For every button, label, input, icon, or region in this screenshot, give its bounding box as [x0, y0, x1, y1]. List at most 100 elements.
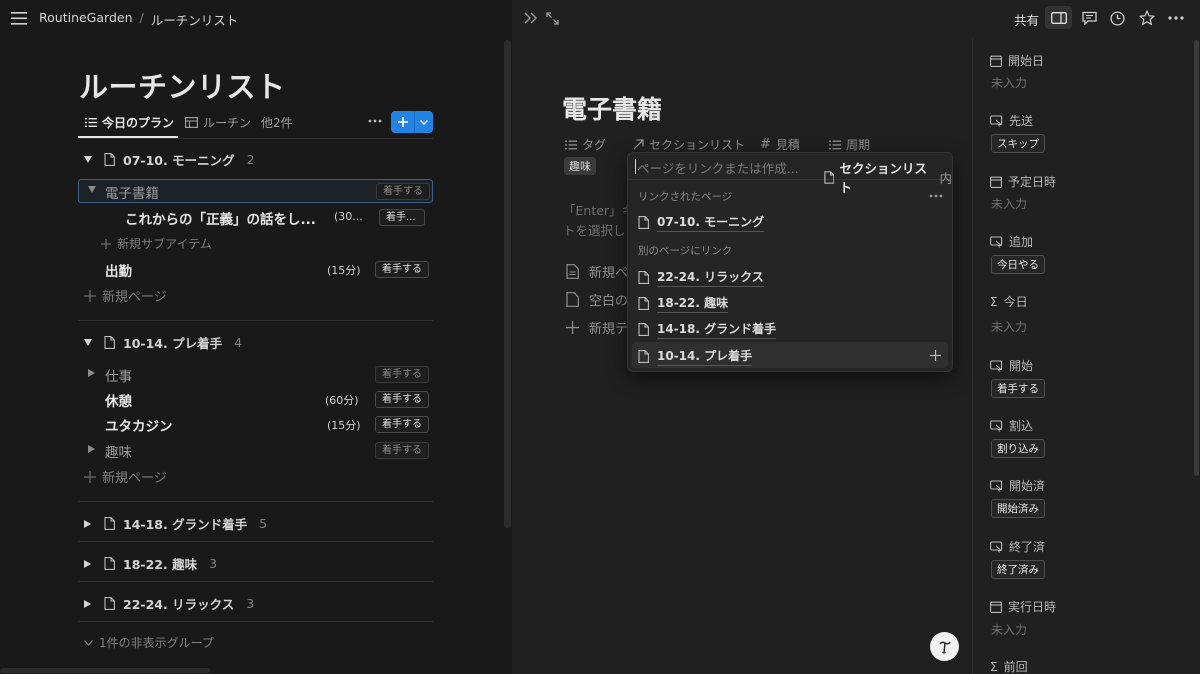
page-option-highlighted[interactable]: 10-14. プレ着手 [638, 347, 753, 366]
calendar-icon [990, 601, 1002, 613]
popup-target[interactable]: セクションリスト 内 [824, 158, 952, 196]
today-do-button[interactable]: 今日やる [991, 255, 1045, 274]
page-option[interactable]: 18-22. 趣味 [638, 294, 729, 313]
start-button[interactable]: 着手... [379, 209, 425, 226]
table-icon [185, 117, 198, 128]
left-horizontal-scrollbar[interactable] [0, 668, 210, 673]
prop-interrupt[interactable]: 割込 [990, 417, 1033, 434]
start-button[interactable]: 着手する [375, 366, 429, 383]
template-new-template[interactable]: 新規テ [566, 318, 628, 337]
more-options-icon[interactable] [366, 114, 384, 128]
skip-button[interactable]: スキップ [991, 134, 1045, 153]
triangle-right-icon[interactable] [84, 599, 91, 608]
menu-icon[interactable] [10, 10, 28, 26]
breadcrumb-page[interactable]: ルーチンリスト [151, 10, 239, 29]
plus-icon[interactable] [391, 111, 415, 133]
doc-lines-icon [566, 264, 579, 279]
sidebar-scrollbar[interactable] [1194, 40, 1199, 476]
tab-more-views[interactable]: 他2件 [261, 114, 293, 131]
prop-start[interactable]: 開始 [990, 357, 1033, 374]
doc-title[interactable]: 電子書籍 [562, 90, 662, 126]
row-title[interactable]: 休憩 [105, 390, 132, 410]
triangle-down-icon[interactable] [84, 156, 92, 163]
popup-search-input[interactable]: ページをリンクまたは作成... [637, 158, 799, 177]
row-title[interactable]: ユタカジン [105, 415, 173, 435]
prop-start-date[interactable]: 開始日 [990, 52, 1044, 69]
row-title[interactable]: これからの「正義」の話をし... [125, 208, 316, 228]
finished-button[interactable]: 終了済み [991, 560, 1045, 579]
start-button[interactable]: 着手する [375, 442, 429, 459]
breadcrumb-separator: / [139, 10, 144, 25]
started-button[interactable]: 開始済み [991, 499, 1045, 518]
prop-tag[interactable]: タグ [565, 136, 606, 153]
new-item-button[interactable] [391, 111, 433, 133]
row-title[interactable]: 趣味 [105, 441, 132, 461]
triangle-down-icon[interactable] [84, 339, 92, 346]
new-subitem-button[interactable]: 新規サブアイテム [101, 235, 212, 252]
page-option[interactable]: 14-18. グランド着手 [638, 320, 777, 339]
group-header-grand-start[interactable]: 14-18. グランド着手 5 [84, 514, 267, 533]
template-new-page[interactable]: 新規ペ [566, 262, 628, 281]
group-header-pre-start[interactable]: 10-14. プレ着手 4 [84, 333, 242, 352]
group-header-relax[interactable]: 22-24. リラックス 3 [84, 594, 254, 613]
interrupt-button[interactable]: 割り込み [991, 439, 1045, 458]
chevron-down-icon[interactable] [415, 111, 433, 133]
double-chevron-right-icon[interactable] [523, 11, 539, 25]
prop-started[interactable]: 開始済 [990, 477, 1045, 494]
start-button[interactable]: 着手する [375, 416, 429, 433]
triangle-right-icon[interactable] [88, 445, 95, 453]
breadcrumb-workspace[interactable]: RoutineGarden [39, 10, 133, 29]
help-assistant-icon[interactable] [930, 632, 959, 661]
prop-previous[interactable]: Σ 前回 [990, 658, 1028, 674]
prop-today[interactable]: Σ 今日 [990, 293, 1028, 310]
template-blank[interactable]: 空白の [566, 290, 628, 309]
prop-postpone[interactable]: 先送 [990, 112, 1033, 129]
row-title[interactable]: 仕事 [105, 365, 132, 385]
start-button[interactable]: 着手する [991, 379, 1045, 398]
tag-value[interactable]: 趣味 [564, 157, 596, 175]
group-header-hobby[interactable]: 18-22. 趣味 3 [84, 554, 217, 573]
tab-routine[interactable]: ルーチン [185, 114, 251, 131]
history-clock-icon[interactable] [1109, 10, 1126, 26]
triangle-right-icon[interactable] [88, 369, 95, 377]
new-page-button[interactable]: 新規ページ [84, 467, 167, 486]
hint-text: 「Enter」キ [563, 203, 635, 218]
page-title: ルーチンリスト [79, 70, 286, 104]
prop-executed-at[interactable]: 実行日時 [990, 598, 1056, 615]
prop-value-empty[interactable]: 未入力 [991, 74, 1027, 91]
prop-value-empty[interactable]: 未入力 [991, 318, 1027, 335]
triangle-right-icon[interactable] [84, 559, 91, 568]
linked-page-item[interactable]: 07-10. モーニング [638, 213, 765, 232]
prop-section[interactable]: セクションリスト [633, 136, 745, 153]
sidebar-toggle-icon[interactable] [1045, 6, 1072, 29]
prop-estimate[interactable]: # 見積 [760, 136, 800, 153]
new-page-button[interactable]: 新規ページ [84, 286, 167, 305]
tab-today-plan[interactable]: 今日のプラン [85, 114, 174, 131]
page-option[interactable]: 22-24. リラックス [638, 268, 764, 287]
more-options-icon[interactable] [928, 193, 944, 199]
share-button[interactable]: 共有 [1014, 10, 1039, 29]
triangle-right-icon[interactable] [84, 519, 91, 528]
prop-value-empty[interactable]: 未入力 [991, 195, 1027, 212]
group-header-morning[interactable]: 07-10. モーニング 2 [84, 150, 255, 169]
start-button[interactable]: 着手する [375, 261, 429, 278]
start-button[interactable]: 着手する [375, 391, 429, 408]
prop-cycle[interactable]: 周期 [829, 136, 870, 153]
prop-add[interactable]: 追加 [990, 233, 1033, 250]
prop-value-empty[interactable]: 未入力 [991, 621, 1027, 638]
left-scrollbar[interactable] [504, 40, 511, 528]
prop-finished[interactable]: 終了済 [990, 538, 1045, 555]
start-button[interactable]: 着手する [376, 183, 430, 200]
breadcrumb: RoutineGarden / ルーチンリスト [39, 10, 238, 29]
tabs-divider [78, 138, 433, 139]
hidden-groups-toggle[interactable]: 1件の非表示グループ [84, 634, 214, 651]
add-link-plus-icon[interactable] [926, 346, 944, 364]
star-icon[interactable] [1138, 9, 1156, 26]
row-title[interactable]: 電子書籍 [105, 182, 159, 202]
expand-icon[interactable] [545, 11, 559, 25]
triangle-down-icon[interactable] [88, 186, 96, 193]
prop-scheduled[interactable]: 予定日時 [990, 173, 1056, 190]
more-options-icon[interactable] [1167, 11, 1185, 25]
row-title[interactable]: 出勤 [105, 260, 132, 280]
comment-icon[interactable] [1080, 10, 1098, 26]
